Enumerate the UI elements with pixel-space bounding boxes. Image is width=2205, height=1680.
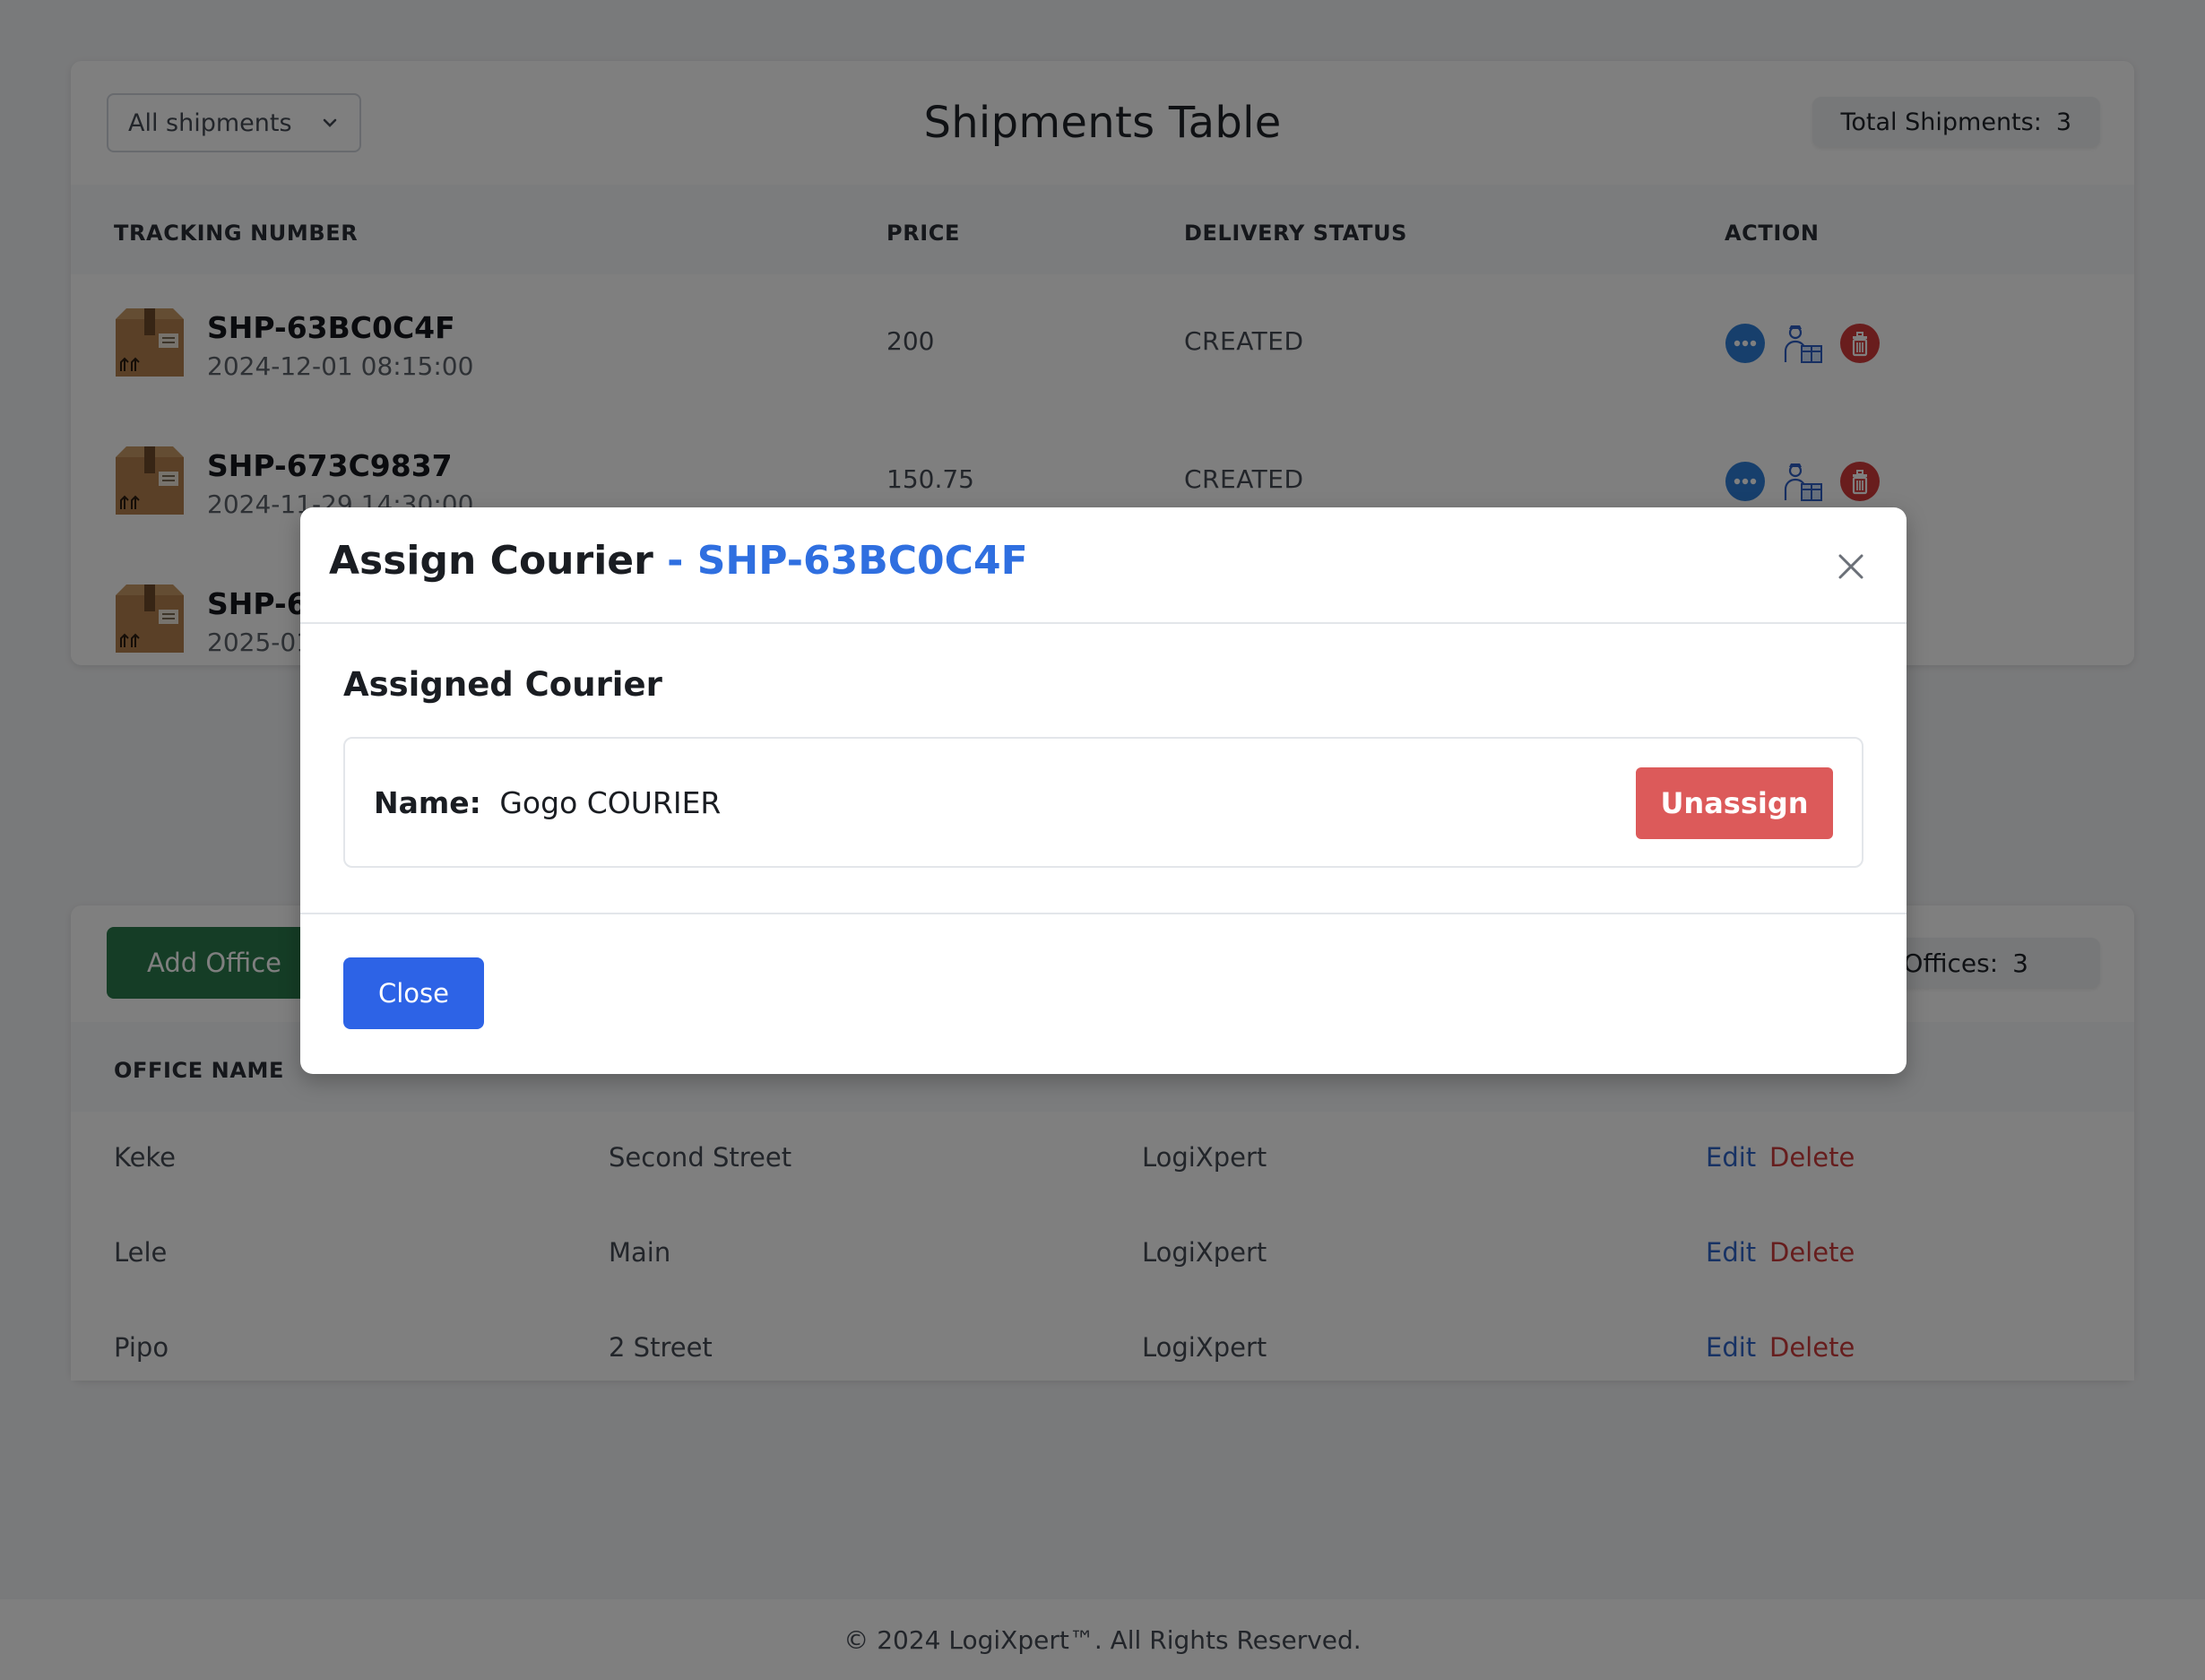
modal-footer: Close xyxy=(300,913,1907,1074)
assigned-courier-heading: Assigned Courier xyxy=(343,665,662,704)
courier-card: Name: Gogo COURIER Unassign xyxy=(343,737,1863,868)
modal-title-text: Assign Courier xyxy=(329,538,653,584)
courier-name-value: Gogo COURIER xyxy=(499,785,722,820)
modal-title-tracking: - SHP-63BC0C4F xyxy=(667,538,1028,584)
close-icon[interactable] xyxy=(1835,550,1867,583)
modal-header: Assign Courier - SHP-63BC0C4F xyxy=(300,507,1907,624)
assign-courier-modal: Assign Courier - SHP-63BC0C4F Assigned C… xyxy=(300,507,1907,1074)
modal-title: Assign Courier - SHP-63BC0C4F xyxy=(329,538,1028,584)
unassign-button[interactable]: Unassign xyxy=(1636,767,1833,839)
close-button[interactable]: Close xyxy=(343,957,484,1029)
courier-name-line: Name: Gogo COURIER xyxy=(374,785,721,820)
courier-name-label: Name: xyxy=(374,785,481,820)
modal-body: Assigned Courier Name: Gogo COURIER Unas… xyxy=(343,665,1863,868)
